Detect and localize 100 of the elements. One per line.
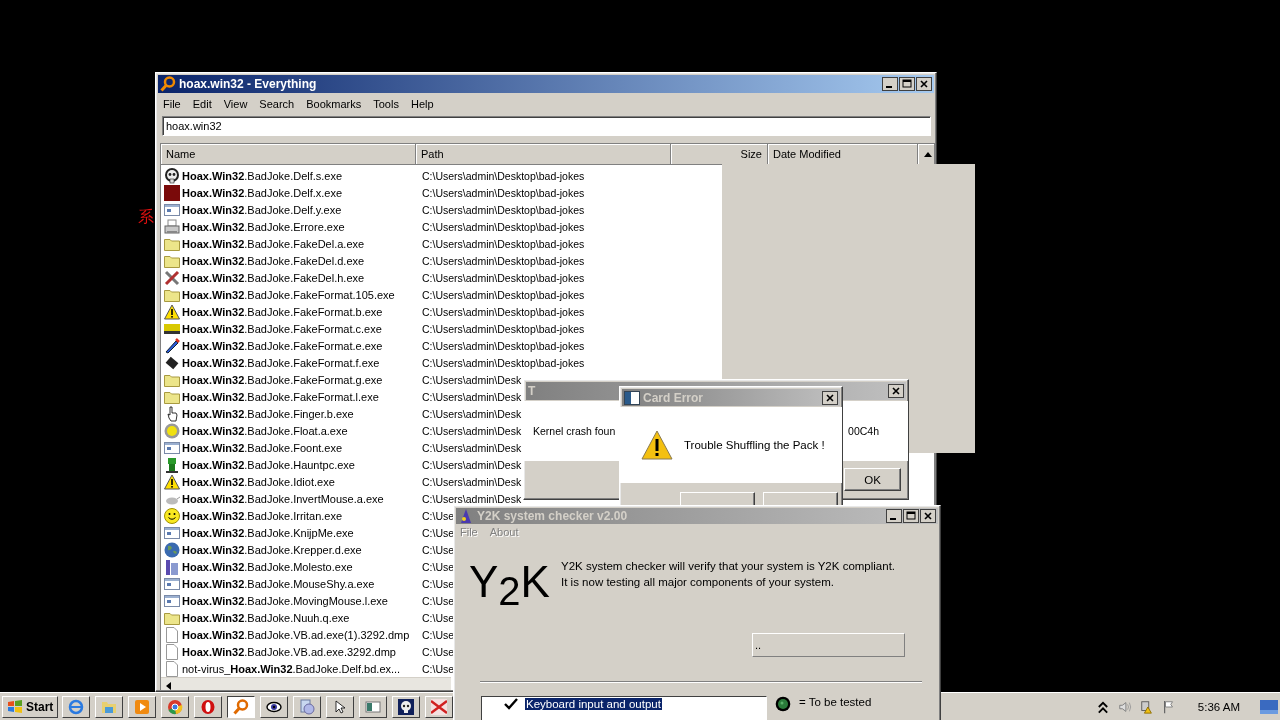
app-window-icon <box>624 389 640 406</box>
app-icon <box>431 698 448 715</box>
file-name[interactable]: Hoax.Win32.BadJoke.FakeFormat.f.exe <box>182 356 380 369</box>
file-name[interactable]: Hoax.Win32.BadJoke.Irritan.exe <box>182 509 343 522</box>
window-icon <box>365 698 382 715</box>
ok-button[interactable]: OK <box>844 468 901 491</box>
menu-item[interactable]: Search <box>253 97 301 110</box>
file-path: C:\Use <box>422 611 455 624</box>
search-field[interactable]: hoax.win32 <box>162 116 931 136</box>
file-path: C:\Use <box>422 628 455 641</box>
file-path: C:\Use <box>422 560 455 573</box>
file-path: C:\Use <box>422 594 455 607</box>
show-desktop-icon[interactable] <box>1260 699 1278 714</box>
file-name[interactable]: Hoax.Win32.BadJoke.Molesto.exe <box>182 560 353 573</box>
document-icon <box>164 660 180 677</box>
column-header[interactable]: Path <box>416 144 671 165</box>
search-icon <box>233 698 250 715</box>
browser-icon <box>68 698 85 715</box>
network-warning-icon[interactable] <box>1139 699 1154 714</box>
file-name[interactable]: Hoax.Win32.BadJoke.FakeDel.h.exe <box>182 271 365 284</box>
file-name[interactable]: Hoax.Win32.BadJoke.Finger.b.exe <box>182 407 354 420</box>
file-name[interactable]: Hoax.Win32.BadJoke.Delf.x.exe <box>182 186 343 199</box>
file-name[interactable]: Hoax.Win32.BadJoke.Delf.s.exe <box>182 169 343 182</box>
file-path: C:\Users\admin\Desktop\bad-jokes <box>422 237 585 250</box>
taskbar-button[interactable] <box>227 695 256 718</box>
column-header[interactable]: Size <box>671 144 768 165</box>
scroll-up-icon[interactable] <box>918 144 934 165</box>
file-name[interactable]: Hoax.Win32.BadJoke.FakeFormat.e.exe <box>182 339 383 352</box>
disk-icon <box>299 698 316 715</box>
file-name[interactable]: Hoax.Win32.BadJoke.Foont.exe <box>182 441 343 454</box>
scroll-left-icon[interactable] <box>166 682 171 690</box>
file-path: C:\Users\admin\Desk <box>422 458 522 471</box>
column-header[interactable]: Name <box>161 144 416 165</box>
error-message: Kernel crash foun <box>533 425 616 437</box>
file-name[interactable]: Hoax.Win32.BadJoke.VB.ad.exe(1).3292.dmp <box>182 628 410 641</box>
skull-icon <box>398 698 415 715</box>
file-path: C:\Users\admin\Desktop\bad-jokes <box>422 356 585 369</box>
file-name[interactable]: Hoax.Win32.BadJoke.FakeFormat.l.exe <box>182 390 379 403</box>
file-path: C:\Use <box>422 509 455 522</box>
window-title: Y2K system checker v2.00 <box>477 509 628 523</box>
file-path: C:\Users\admin\Desk <box>422 407 522 420</box>
file-name[interactable]: Hoax.Win32.BadJoke.FakeDel.d.exe <box>182 254 365 267</box>
file-name[interactable]: Hoax.Win32.BadJoke.FakeFormat.c.exe <box>182 322 382 335</box>
minimize-icon[interactable] <box>882 77 898 91</box>
menu-item[interactable]: Edit <box>186 97 218 110</box>
app-window-icon <box>164 524 180 541</box>
file-name[interactable]: not-virus_Hoax.Win32.BadJoke.Delf.bd.ex... <box>182 662 401 675</box>
file-path: C:\Users\admin\Desk <box>422 373 522 386</box>
dialog-title: Card Error <box>643 390 704 405</box>
search-icon <box>160 76 176 92</box>
file-name[interactable]: Hoax.Win32.BadJoke.MouseShy.a.exe <box>182 577 375 590</box>
menu-item[interactable]: View <box>217 97 254 110</box>
horizontal-scrollbar[interactable] <box>161 677 451 690</box>
file-name[interactable]: Hoax.Win32.BadJoke.Nuuh.q.exe <box>182 611 350 624</box>
menu-item[interactable]: File <box>157 97 187 110</box>
menu-item[interactable]: Bookmarks <box>300 97 368 110</box>
file-path: C:\Users\admin\Desktop\bad-jokes <box>422 203 585 216</box>
start-button[interactable]: Start <box>2 695 59 718</box>
file-path: C:\Users\admin\Desk <box>422 424 522 437</box>
column-header[interactable]: Date Modified <box>768 144 918 165</box>
file-name[interactable]: Hoax.Win32.BadJoke.MovingMouse.l.exe <box>182 594 388 607</box>
file-path: C:\Use <box>422 577 455 590</box>
dialog-title: T <box>528 384 536 398</box>
file-path: C:\Users\admin\Desktop\bad-jokes <box>422 305 585 318</box>
file-name[interactable]: Hoax.Win32.BadJoke.InvertMouse.a.exe <box>182 492 384 505</box>
flag-icon[interactable] <box>1161 699 1176 714</box>
file-path: C:\Use <box>422 662 455 675</box>
menu-item[interactable]: Help <box>404 97 440 110</box>
file-name[interactable]: Hoax.Win32.BadJoke.FakeFormat.g.exe <box>182 373 383 386</box>
file-name[interactable]: Hoax.Win32.BadJoke.Float.a.exe <box>182 424 348 437</box>
file-name[interactable]: Hoax.Win32.BadJoke.Hauntpc.exe <box>182 458 355 471</box>
menu-item[interactable]: Tools <box>367 97 405 110</box>
clock[interactable]: 5:36 AM <box>1197 700 1240 713</box>
skull-icon <box>164 167 180 184</box>
error-message: Trouble Shuffling the Pack ! <box>684 439 825 452</box>
file-path: C:\Use <box>422 526 455 539</box>
file-name[interactable]: Hoax.Win32.BadJoke.FakeFormat.b.exe <box>182 305 383 318</box>
file-name[interactable]: Hoax.Win32.BadJoke.FakeDel.a.exe <box>182 237 365 250</box>
file-name[interactable]: Hoax.Win32.BadJoke.FakeFormat.105.exe <box>182 288 395 301</box>
maximize-icon[interactable] <box>899 77 915 91</box>
file-name[interactable]: Hoax.Win32.BadJoke.KnijpMe.exe <box>182 526 354 539</box>
file-name[interactable]: Hoax.Win32.BadJoke.Delf.y.exe <box>182 203 342 216</box>
file-path: C:\Users\admin\Desktop\bad-jokes <box>422 254 585 267</box>
tower-icon <box>164 558 180 575</box>
file-path: C:\Users\admin\Desk <box>422 441 522 454</box>
windows-logo-icon <box>7 698 23 715</box>
wizard-icon <box>458 508 474 524</box>
file-name[interactable]: Hoax.Win32.BadJoke.VB.ad.exe.3292.dmp <box>182 645 396 658</box>
file-path: C:\Use <box>422 543 455 556</box>
chevron-up-icon[interactable] <box>1095 699 1110 714</box>
status-light-icon <box>775 696 791 712</box>
file-path: C:\Users\admin\Desktop\bad-jokes <box>422 339 585 352</box>
close-icon[interactable] <box>916 77 932 91</box>
file-name[interactable]: Hoax.Win32.BadJoke.Errore.exe <box>182 220 345 233</box>
file-name[interactable]: Hoax.Win32.BadJoke.Idiot.exe <box>182 475 335 488</box>
file-path: C:\Users\admin\Desktop\bad-jokes <box>422 322 585 335</box>
document-icon <box>164 626 180 643</box>
hand-icon <box>164 405 180 422</box>
file-name[interactable]: Hoax.Win32.BadJoke.Krepper.d.exe <box>182 543 362 556</box>
list-item[interactable]: Keyboard input and output <box>525 698 662 710</box>
